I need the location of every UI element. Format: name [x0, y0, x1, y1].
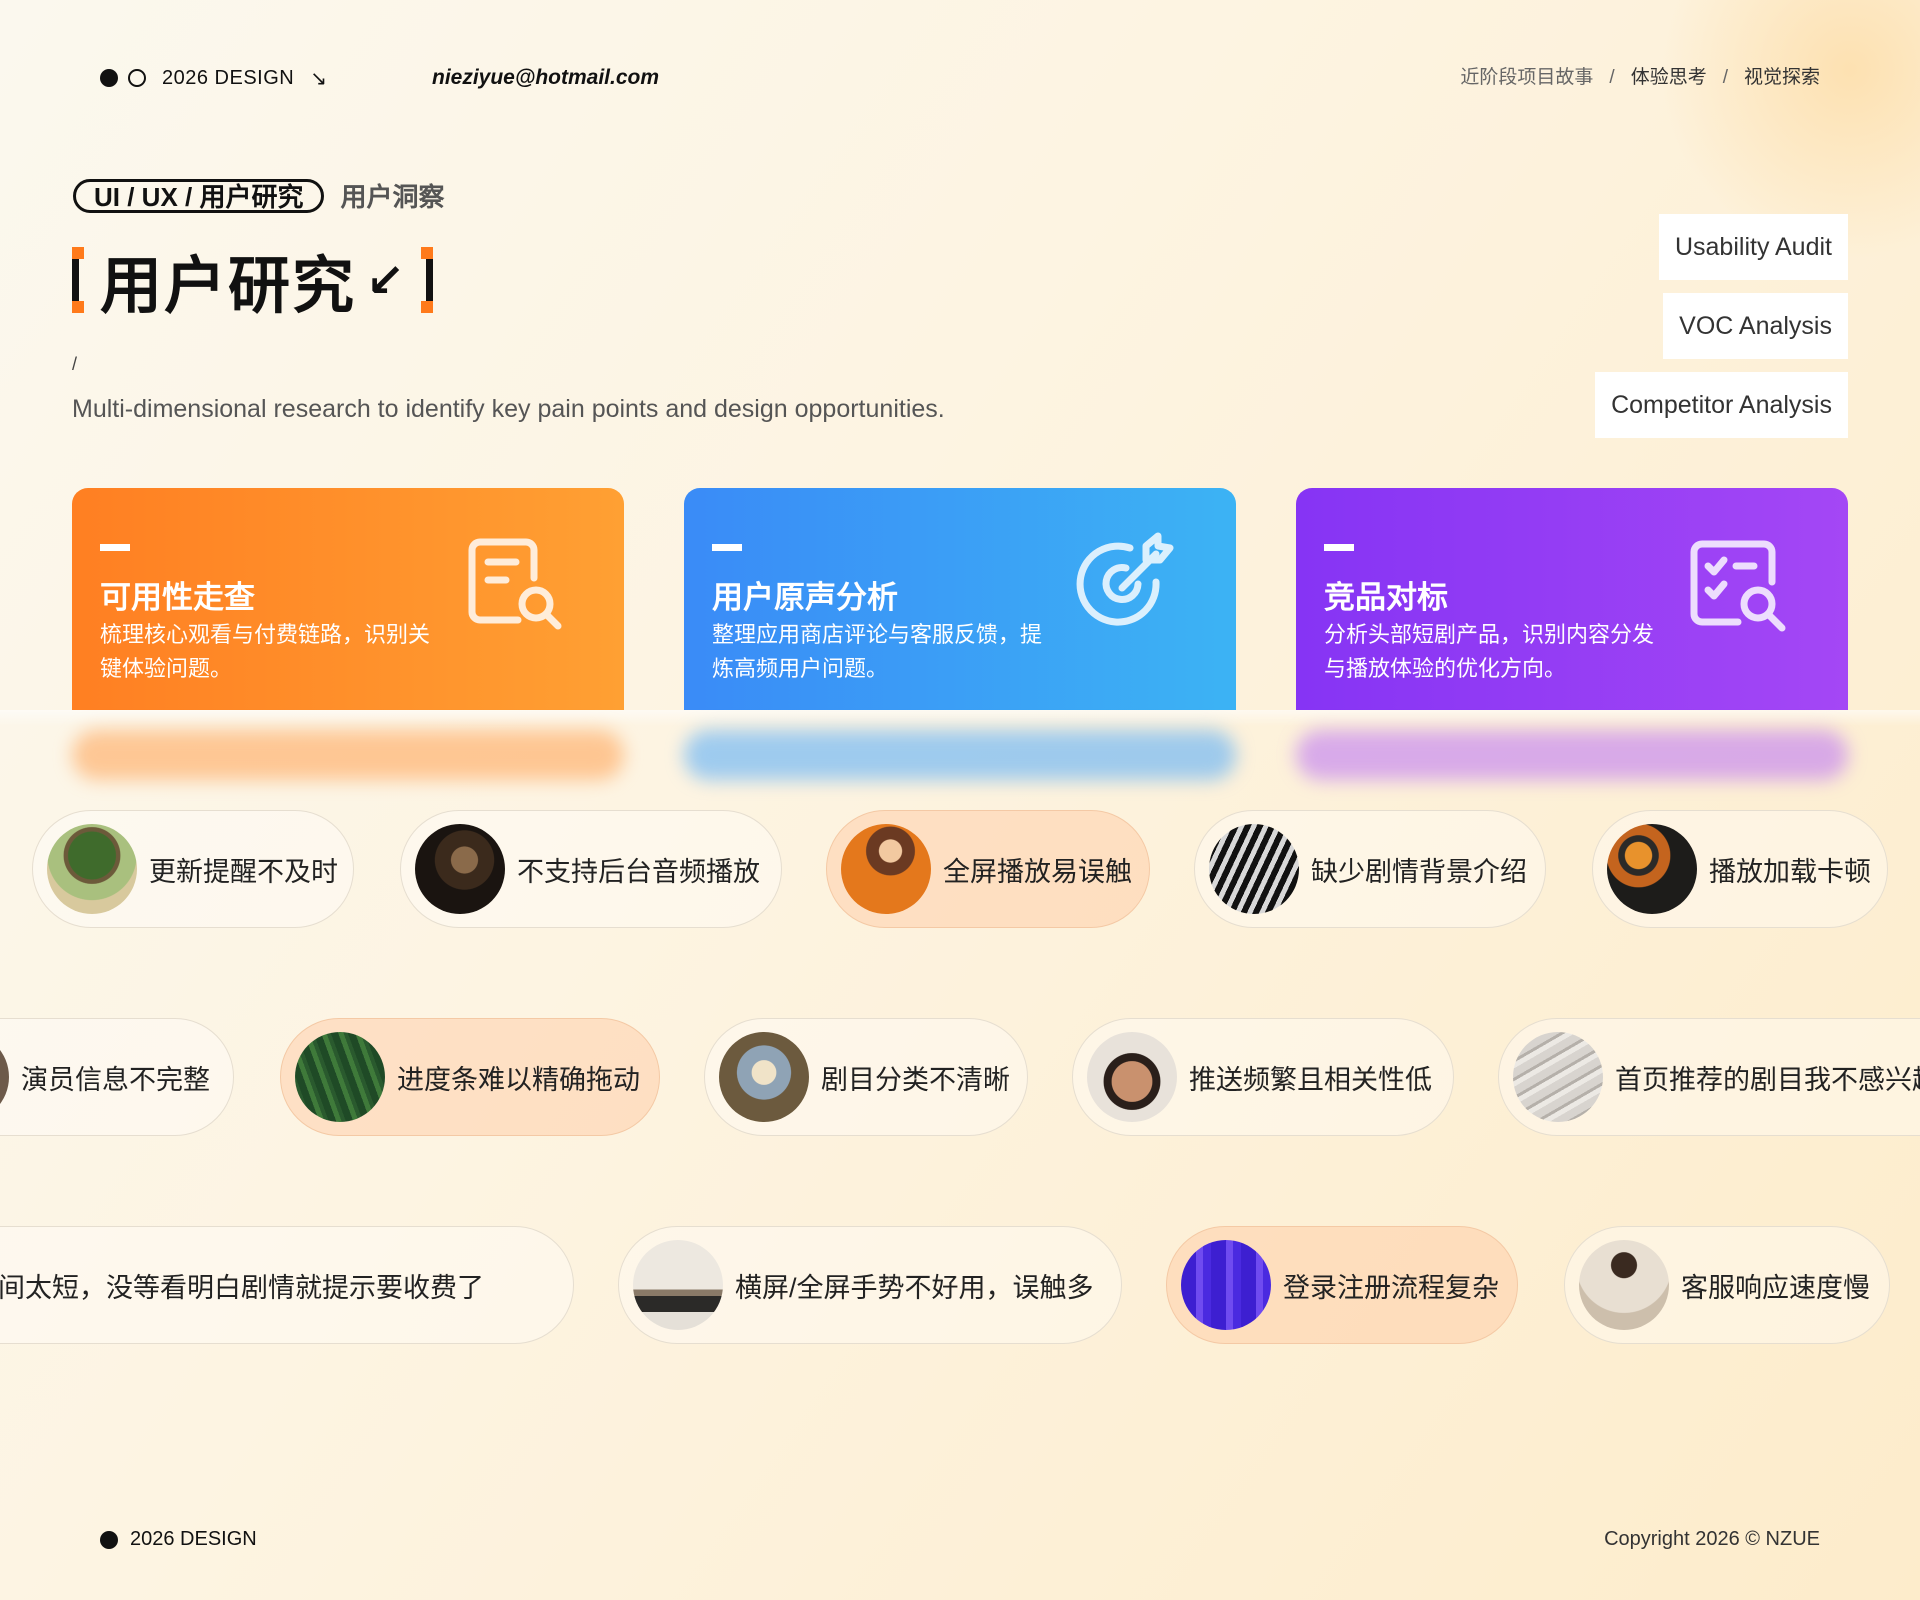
nav-separator: / [1609, 67, 1615, 88]
avatar [1087, 1032, 1177, 1122]
pain-point-pill: 登录注册流程复杂 [1166, 1226, 1518, 1344]
page-title-text: 用户研究 [100, 252, 357, 321]
footer-year-label: 2026 DESIGN [130, 1528, 257, 1550]
page-title: 用户研究 ↙ [72, 245, 433, 321]
pain-point-pill: 推送频繁且相关性低 [1072, 1018, 1454, 1136]
pain-point-label: 不支持后台音频播放 [517, 856, 760, 887]
card-accent-bar [1324, 544, 1354, 551]
card-glow [684, 730, 1236, 780]
card-title: 可用性走查 [100, 580, 255, 615]
avatar [415, 824, 505, 914]
divider-slash: / [72, 354, 78, 374]
pain-point-label: 推送频繁且相关性低 [1189, 1064, 1432, 1095]
brand-mark: 2026 DESIGN ↘ [100, 64, 327, 92]
copyright: Copyright 2026 © NZUE [1604, 1528, 1820, 1550]
avatar [1607, 824, 1697, 914]
pain-point-pill: 横屏/全屏手势不好用，误触多 [618, 1226, 1122, 1344]
avatar [841, 824, 931, 914]
nav-item-projects[interactable]: 近阶段项目故事 [1460, 64, 1593, 92]
section-tagline: UI / UX / 用户研究 用户洞察 [73, 177, 444, 214]
top-nav: 近阶段项目故事 / 体验思考 / 视觉探索 [1460, 64, 1820, 92]
pain-point-label: 登录注册流程复杂 [1283, 1272, 1499, 1303]
pain-point-pill: 更新提醒不及时 [32, 810, 354, 928]
filled-dot-icon [100, 69, 118, 87]
year-label: 2026 DESIGN [162, 66, 295, 89]
avatar [1181, 1240, 1271, 1330]
card-description: 梳理核心观看与付费链路，识别关键体验问题。 [100, 622, 431, 681]
card-usability-audit[interactable]: 可用性走查 梳理核心观看与付费链路，识别关键体验问题。 [72, 488, 624, 710]
avatar [1209, 824, 1299, 914]
pain-point-pill: 剧目分类不清晰 [704, 1018, 1028, 1136]
method-cards: 可用性走查 梳理核心观看与付费链路，识别关键体验问题。 用户原声分析 整理应用商… [72, 488, 1848, 710]
pain-point-label: 全屏播放易误触 [943, 856, 1132, 887]
method-chips: Usability Audit VOC Analysis Competitor … [1595, 214, 1848, 438]
card-glow [72, 730, 624, 780]
pain-point-pill: 进度条难以精确拖动 [280, 1018, 660, 1136]
pain-point-pill: 不支持后台音频播放 [400, 810, 782, 928]
email-link[interactable]: nieziyue@hotmail.com [432, 64, 659, 92]
avatar [295, 1032, 385, 1122]
filled-dot-icon [100, 1530, 118, 1549]
left-bracket-icon [72, 247, 94, 313]
pain-point-label: 演员信息不完整 [21, 1064, 210, 1095]
footer-brand: 2026 DESIGN [100, 1528, 257, 1551]
pain-point-pill: 客服响应速度慢 [1564, 1226, 1890, 1344]
card-glow [1296, 730, 1848, 780]
chip-voc-analysis: VOC Analysis [1663, 293, 1848, 359]
pain-point-pill: 首页推荐的剧目我不感兴趣 [1498, 1018, 1920, 1136]
card-voc-analysis[interactable]: 用户原声分析 整理应用商店评论与客服反馈，提炼高频用户问题。 [684, 488, 1236, 710]
pain-point-label: 横屏/全屏手势不好用，误触多 [735, 1272, 1094, 1303]
target-arrow-icon [1076, 532, 1174, 626]
document-search-icon [468, 538, 562, 630]
card-title: 竞品对标 [1324, 580, 1448, 615]
pain-point-label: 试看时间太短，没等看明白剧情就提示要收费了 [0, 1272, 484, 1303]
card-description: 分析头部短剧产品，识别内容分发与播放体验的优化方向。 [1324, 622, 1655, 681]
pain-point-label: 进度条难以精确拖动 [397, 1064, 640, 1095]
pain-point-label: 更新提醒不及时 [149, 856, 338, 887]
pain-point-pill: 试看时间太短，没等看明白剧情就提示要收费了 [0, 1226, 574, 1344]
checklist-search-icon [1690, 540, 1786, 632]
arrow-down-left-icon: ↙ [366, 254, 405, 306]
pain-point-label: 剧目分类不清晰 [821, 1064, 1010, 1095]
avatar [47, 824, 137, 914]
avatar [1513, 1032, 1603, 1122]
empty-dot-icon [128, 69, 146, 87]
pain-point-label: 播放加载卡顿 [1709, 856, 1871, 887]
card-accent-bar [712, 544, 742, 551]
card-competitor-analysis[interactable]: 竞品对标 分析头部短剧产品，识别内容分发与播放体验的优化方向。 [1296, 488, 1848, 710]
nav-item-visual[interactable]: 视觉探索 [1744, 64, 1820, 92]
chip-competitor-analysis: Competitor Analysis [1595, 372, 1848, 438]
page-subtitle: Multi-dimensional research to identify k… [72, 395, 945, 423]
card-glows [72, 720, 1848, 790]
avatar [1579, 1240, 1669, 1330]
nav-separator: / [1722, 67, 1728, 88]
category-pill: UI / UX / 用户研究 [73, 178, 325, 213]
avatar [719, 1032, 809, 1122]
pain-point-label: 首页推荐的剧目我不感兴趣 [1615, 1064, 1920, 1095]
pain-point-pill: 全屏播放易误触 [826, 810, 1150, 928]
nav-item-thinking[interactable]: 体验思考 [1631, 64, 1707, 92]
pain-point-label: 缺少剧情背景介绍 [1311, 856, 1527, 887]
card-accent-bar [100, 544, 130, 551]
arrow-down-right-icon: ↘ [310, 67, 327, 90]
avatar [0, 1032, 9, 1122]
category-subtitle: 用户洞察 [340, 182, 445, 212]
pain-point-pill: 演员信息不完整 [0, 1018, 234, 1136]
page: 2026 DESIGN ↘ nieziyue@hotmail.com 近阶段项目… [0, 0, 1920, 1600]
card-description: 整理应用商店评论与客服反馈，提炼高频用户问题。 [712, 622, 1043, 681]
pain-point-pill: 缺少剧情背景介绍 [1194, 810, 1546, 928]
pain-point-label: 客服响应速度慢 [1681, 1272, 1870, 1303]
card-title: 用户原声分析 [712, 580, 898, 615]
pain-point-pill: 播放加载卡顿 [1592, 810, 1888, 928]
avatar [633, 1240, 723, 1330]
chip-usability-audit: Usability Audit [1658, 214, 1848, 280]
right-bracket-icon [411, 247, 433, 313]
